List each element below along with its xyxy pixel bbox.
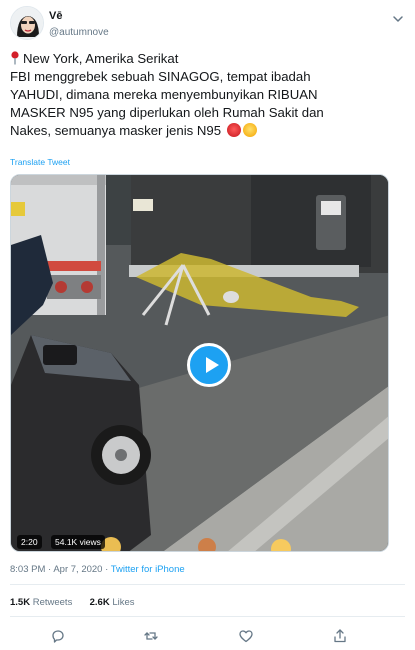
tweet-text: New York, Amerika Serikat FBI menggrebek… bbox=[10, 50, 405, 140]
tweet-card: Vē @autumnove New York, Amerika Serikat … bbox=[0, 0, 415, 650]
retweets-stat[interactable]: 1.5K Retweets bbox=[10, 597, 72, 608]
tweet-header: Vē @autumnove bbox=[10, 6, 405, 42]
divider bbox=[10, 616, 405, 617]
retweets-label: Retweets bbox=[32, 597, 73, 608]
display-name[interactable]: Vē bbox=[49, 10, 62, 22]
reply-icon[interactable] bbox=[50, 628, 66, 644]
angry-face-icon bbox=[226, 123, 241, 137]
likes-stat[interactable]: 2.6K Likes bbox=[90, 597, 135, 608]
tweet-line-last: Nakes, semuanya masker jenis N95 bbox=[10, 122, 405, 140]
tweet-date[interactable]: Apr 7, 2020 bbox=[53, 564, 102, 575]
tweet-line: New York, Amerika Serikat bbox=[23, 51, 179, 66]
chevron-down-icon[interactable] bbox=[391, 12, 405, 26]
meta-separator: · bbox=[105, 564, 109, 575]
tweet-line: FBI menggrebek sebuah SINAGOG, tempat ib… bbox=[10, 69, 311, 84]
retweets-count: 1.5K bbox=[10, 597, 31, 608]
avatar[interactable] bbox=[10, 6, 44, 40]
play-icon[interactable] bbox=[187, 343, 231, 387]
tweet-source[interactable]: Twitter for iPhone bbox=[111, 564, 185, 575]
likes-count: 2.6K bbox=[89, 597, 110, 608]
tweet-line: YAHUDI, dimana mereka menyembunyikan RIB… bbox=[10, 87, 318, 102]
divider bbox=[10, 584, 405, 585]
retweet-icon[interactable] bbox=[143, 628, 159, 644]
tweet-metadata: 8:03 PM · Apr 7, 2020 · Twitter for iPho… bbox=[10, 564, 185, 575]
meta-separator: · bbox=[48, 564, 52, 575]
tweet-stats: 1.5K Retweets 2.6K Likes bbox=[10, 597, 135, 608]
tweet-time[interactable]: 8:03 PM bbox=[10, 564, 45, 575]
tweet-line: MASKER N95 yang diperlukan oleh Rumah Sa… bbox=[10, 105, 324, 120]
tweet-line: Nakes, semuanya masker jenis N95 bbox=[10, 123, 222, 138]
tweet-line-location: New York, Amerika Serikat bbox=[10, 50, 405, 68]
translate-tweet-link[interactable]: Translate Tweet bbox=[10, 157, 70, 167]
exploding-head-icon bbox=[242, 123, 257, 137]
tweet-actions bbox=[0, 628, 415, 646]
share-icon[interactable] bbox=[332, 628, 348, 644]
video-views: 54.1K views bbox=[51, 535, 105, 549]
video-player[interactable]: 2:20 54.1K views bbox=[10, 174, 389, 552]
likes-label: Likes bbox=[112, 597, 135, 608]
user-handle[interactable]: @autumnove bbox=[49, 27, 109, 38]
play-triangle bbox=[206, 357, 219, 373]
video-duration: 2:20 bbox=[17, 535, 42, 549]
heart-icon[interactable] bbox=[238, 628, 254, 644]
round-pushpin-icon bbox=[11, 51, 19, 65]
